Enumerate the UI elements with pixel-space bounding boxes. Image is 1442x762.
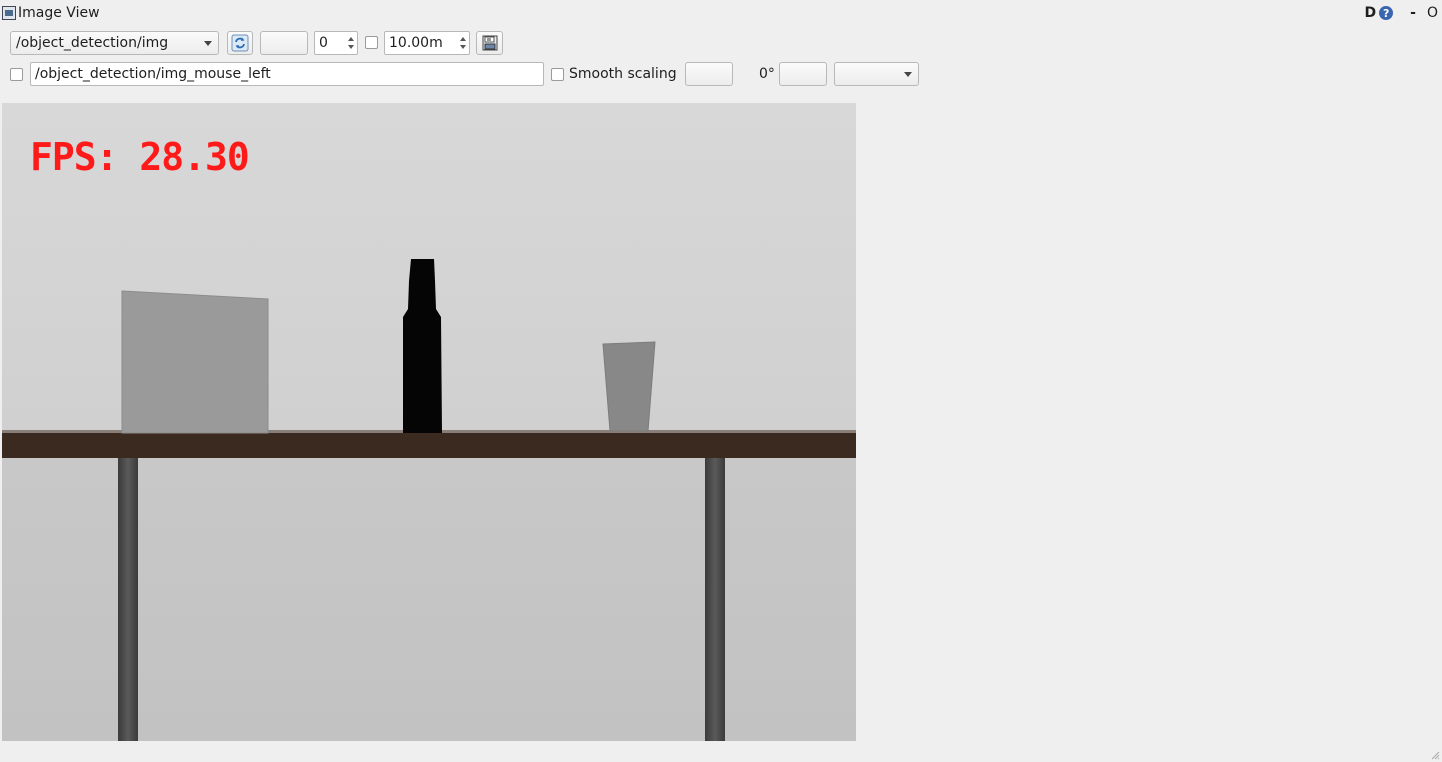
app-icon bbox=[2, 6, 16, 20]
arrow-down-icon[interactable] bbox=[348, 45, 354, 49]
smooth-scaling-label: Smooth scaling bbox=[569, 66, 677, 82]
title-bar: Image View D ? - O bbox=[0, 0, 1442, 28]
title-controls: D ? - O bbox=[1365, 5, 1438, 21]
table-leg-left bbox=[118, 455, 138, 741]
table-leg-right bbox=[705, 455, 725, 741]
blank-button[interactable] bbox=[260, 31, 308, 55]
topic-select-value: /object_detection/img bbox=[16, 35, 169, 51]
resize-grip-icon[interactable] bbox=[1430, 750, 1440, 760]
dock-button[interactable]: D bbox=[1365, 5, 1377, 21]
mouse-topic-text: /object_detection/img_mouse_left bbox=[35, 66, 271, 82]
smooth-scaling-checkbox[interactable] bbox=[551, 68, 564, 81]
mouse-topic-input[interactable]: /object_detection/img_mouse_left bbox=[30, 62, 544, 86]
refresh-icon bbox=[231, 34, 249, 52]
box-object bbox=[121, 290, 269, 434]
table-top bbox=[2, 433, 856, 458]
refresh-button[interactable] bbox=[227, 31, 253, 55]
chevron-down-icon bbox=[204, 41, 212, 46]
spin-arrows[interactable] bbox=[345, 32, 357, 54]
spin-value-text: 0 bbox=[319, 35, 328, 51]
camera-image bbox=[2, 103, 856, 741]
arrow-up-icon[interactable] bbox=[348, 37, 354, 41]
max-range-checkbox[interactable] bbox=[365, 36, 378, 49]
minimize-button[interactable]: - bbox=[1410, 5, 1416, 21]
topic-select[interactable]: /object_detection/img bbox=[10, 31, 219, 55]
max-range-input[interactable]: 10.00m bbox=[384, 31, 470, 55]
close-button[interactable]: O bbox=[1427, 5, 1438, 21]
help-icon[interactable]: ? bbox=[1379, 6, 1394, 20]
spin-value-input[interactable]: 0 bbox=[314, 31, 358, 55]
image-display[interactable]: FPS: 28.30 bbox=[2, 103, 856, 741]
window-title: Image View bbox=[18, 5, 100, 21]
arrow-down-icon[interactable] bbox=[460, 45, 466, 49]
arrow-up-icon[interactable] bbox=[460, 37, 466, 41]
cup-object bbox=[602, 341, 656, 432]
save-image-icon bbox=[482, 35, 497, 51]
rotate-right-button[interactable] bbox=[779, 62, 827, 86]
chevron-down-icon bbox=[904, 72, 912, 77]
rotation-label: 0° bbox=[759, 66, 775, 82]
mouse-publish-checkbox[interactable] bbox=[10, 68, 23, 81]
max-range-spin-arrows[interactable] bbox=[457, 32, 469, 54]
save-image-button[interactable] bbox=[476, 31, 503, 55]
rotate-left-button[interactable] bbox=[685, 62, 733, 86]
color-scheme-select[interactable] bbox=[834, 62, 919, 86]
fps-overlay: FPS: 28.30 bbox=[30, 135, 250, 179]
max-range-text: 10.00m bbox=[389, 35, 443, 51]
